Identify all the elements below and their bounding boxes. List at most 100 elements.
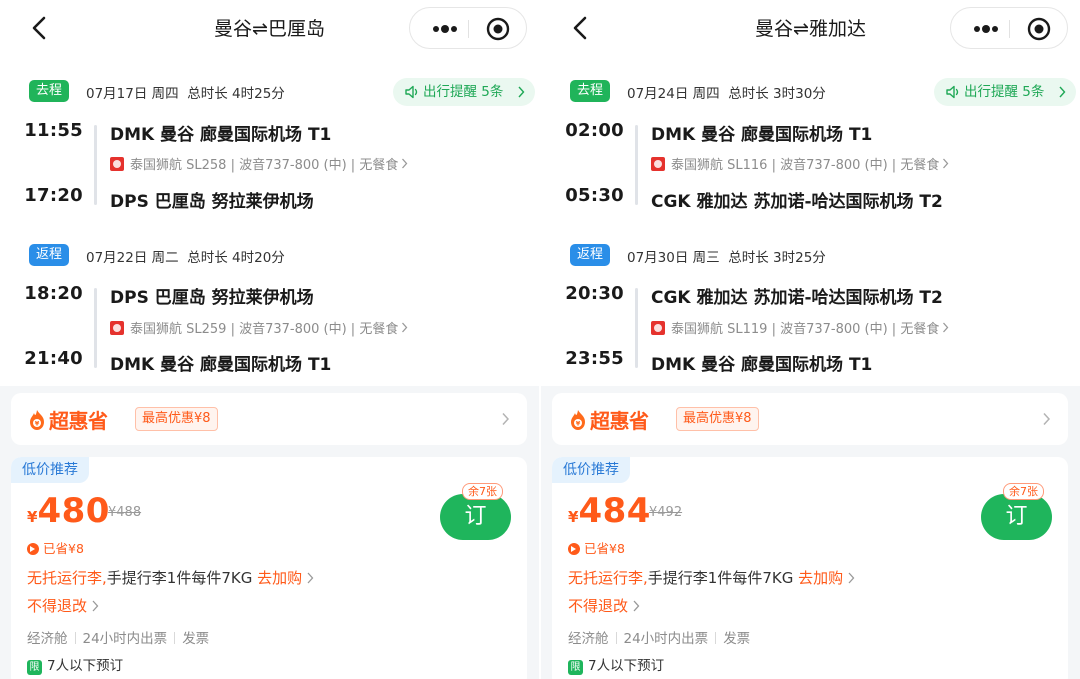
- nav-bar: 曼谷⇌雅加达: [541, 0, 1080, 56]
- return-departure-time: 18:20: [24, 283, 83, 304]
- miniapp-capsule: [950, 7, 1068, 49]
- super-saver-promo-bar[interactable]: ¥ 超惠省 最高优惠¥8: [552, 393, 1068, 445]
- outbound-flight-info[interactable]: 泰国狮航 SL116 | 波音737-800 (中) | 无餐食: [651, 154, 949, 173]
- return-date: 07月22日 周二 总时长 4时20分: [86, 250, 285, 266]
- low-price-label: 低价推荐: [552, 457, 630, 483]
- airline-logo-icon: [110, 321, 124, 335]
- chevron-right-icon: [943, 322, 949, 333]
- fire-coin-icon: ¥: [30, 410, 44, 430]
- original-price: ¥492: [649, 505, 683, 520]
- outbound-flight-info[interactable]: 泰国狮航 SL258 | 波音737-800 (中) | 无餐食: [110, 154, 408, 173]
- outbound-departure-time: 02:00: [565, 120, 624, 141]
- capsule-divider: [1009, 20, 1010, 38]
- return-flight-info[interactable]: 泰国狮航 SL119 | 波音737-800 (中) | 无餐食: [651, 318, 949, 337]
- airline-logo-icon: [651, 321, 665, 335]
- timeline-line: [635, 288, 638, 368]
- refund-policy-link[interactable]: 不得退改: [568, 595, 640, 616]
- return-departure-airport: CGK 雅加达 苏加诺-哈达国际机场 T2: [651, 288, 943, 308]
- fare-attributes: 经济舱 24小时内出票 发票: [568, 631, 751, 647]
- flight-detail-panel-jakarta: 曼谷⇌雅加达 去程 07月24日 周四 总时长 3时30分 出行提醒 5条 02…: [541, 0, 1080, 679]
- super-saver-logo: 超惠省: [49, 409, 108, 433]
- baggage-info: 无托运行李,手提行李1件每件7KG 去加购: [27, 567, 314, 588]
- saving-icon: [27, 543, 39, 555]
- saved-amount: 已省¥8: [27, 538, 84, 557]
- return-flight-info[interactable]: 泰国狮航 SL259 | 波音737-800 (中) | 无餐食: [110, 318, 408, 337]
- reminder-label: 出行提醒 5条: [423, 84, 504, 100]
- chevron-right-icon: [848, 572, 855, 584]
- max-discount-tag: 最高优惠¥8: [676, 407, 759, 431]
- return-departure-time: 20:30: [565, 283, 624, 304]
- speaker-icon: [946, 85, 959, 99]
- flight-detail-panel-bali: 曼谷⇌巴厘岛 去程 07月17日 周四 总时长 4时25分 出行提醒 5条 11…: [0, 0, 539, 679]
- return-arrival-time: 21:40: [24, 348, 83, 369]
- max-discount-tag: 最高优惠¥8: [135, 407, 218, 431]
- fare-price: ¥480: [27, 491, 110, 531]
- book-button[interactable]: 订: [440, 494, 511, 540]
- svg-text:¥: ¥: [576, 420, 581, 428]
- return-arrival-airport: DMK 曼谷 廊曼国际机场 T1: [110, 355, 332, 375]
- travel-reminder-button[interactable]: 出行提醒 5条: [934, 78, 1076, 106]
- chevron-right-icon: [943, 158, 949, 169]
- tickets-left-badge: 余7张: [1003, 483, 1044, 500]
- super-saver-promo-bar[interactable]: ¥ 超惠省 最高优惠¥8: [11, 393, 527, 445]
- reminder-label: 出行提醒 5条: [964, 84, 1045, 100]
- booking-limit: 限 7人以下预订: [27, 654, 123, 675]
- add-baggage-link[interactable]: 去加购: [798, 569, 843, 587]
- comparison-screens: 曼谷⇌巴厘岛 去程 07月17日 周四 总时长 4时25分 出行提醒 5条 11…: [0, 0, 1080, 679]
- close-miniapp-icon[interactable]: [1027, 17, 1051, 41]
- travel-reminder-button[interactable]: 出行提醒 5条: [393, 78, 535, 106]
- close-miniapp-icon[interactable]: [486, 17, 510, 41]
- outbound-arrival-airport: DPS 巴厘岛 努拉莱伊机场: [110, 192, 314, 212]
- outbound-departure-airport: DMK 曼谷 廊曼国际机场 T1: [110, 125, 332, 145]
- itinerary-card: 去程 07月17日 周四 总时长 4时25分 出行提醒 5条 11:55 DMK…: [0, 56, 539, 386]
- super-saver-logo: 超惠省: [590, 409, 649, 433]
- speaker-icon: [405, 85, 418, 99]
- outbound-arrival-airport: CGK 雅加达 苏加诺-哈达国际机场 T2: [651, 192, 943, 212]
- refund-policy-link[interactable]: 不得退改: [27, 595, 99, 616]
- chevron-right-icon: [502, 412, 510, 426]
- limit-icon: 限: [27, 660, 42, 675]
- airline-logo-icon: [110, 157, 124, 171]
- outbound-badge: 去程: [570, 80, 611, 102]
- limit-icon: 限: [568, 660, 583, 675]
- chevron-right-icon: [1059, 86, 1066, 98]
- outbound-departure-airport: DMK 曼谷 廊曼国际机场 T1: [651, 125, 873, 145]
- timeline-line: [635, 125, 638, 205]
- return-arrival-airport: DMK 曼谷 廊曼国际机场 T1: [651, 355, 873, 375]
- return-badge: 返程: [29, 244, 70, 266]
- chevron-right-icon: [633, 600, 640, 612]
- add-baggage-link[interactable]: 去加购: [257, 569, 302, 587]
- outbound-date: 07月24日 周四 总时长 3时30分: [627, 86, 826, 102]
- tickets-left-badge: 余7张: [462, 483, 503, 500]
- miniapp-capsule: [409, 7, 527, 49]
- return-arrival-time: 23:55: [565, 348, 624, 369]
- outbound-arrival-time: 17:20: [24, 185, 83, 206]
- chevron-right-icon: [402, 322, 408, 333]
- more-icon[interactable]: [971, 20, 1001, 38]
- timeline-line: [94, 288, 97, 368]
- chevron-right-icon: [92, 600, 99, 612]
- itinerary-card: 去程 07月24日 周四 总时长 3时30分 出行提醒 5条 02:00 DMK…: [541, 56, 1080, 386]
- chevron-right-icon: [1043, 412, 1051, 426]
- outbound-arrival-time: 05:30: [565, 185, 624, 206]
- chevron-right-icon: [518, 86, 525, 98]
- chevron-right-icon: [307, 572, 314, 584]
- original-price: ¥488: [108, 505, 142, 520]
- outbound-date: 07月17日 周四 总时长 4时25分: [86, 86, 285, 102]
- low-price-label: 低价推荐: [11, 457, 89, 483]
- fire-coin-icon: ¥: [571, 410, 585, 430]
- fare-offer-card: 低价推荐 ¥484 ¥492 已省¥8 订 余7张 无托运行李,手提行李1件每件…: [552, 457, 1068, 679]
- saved-amount: 已省¥8: [568, 538, 625, 557]
- more-icon[interactable]: [430, 20, 460, 38]
- timeline-line: [94, 125, 97, 205]
- booking-limit: 限 7人以下预订: [568, 654, 664, 675]
- return-badge: 返程: [570, 244, 611, 266]
- baggage-info: 无托运行李,手提行李1件每件7KG 去加购: [568, 567, 855, 588]
- book-button[interactable]: 订: [981, 494, 1052, 540]
- capsule-divider: [468, 20, 469, 38]
- fare-offer-card: 低价推荐 ¥480 ¥488 已省¥8 订 余7张 无托运行李,手提行李1件每件…: [11, 457, 527, 679]
- outbound-badge: 去程: [29, 80, 70, 102]
- chevron-right-icon: [402, 158, 408, 169]
- svg-text:¥: ¥: [35, 420, 40, 428]
- fare-price: ¥484: [568, 491, 651, 531]
